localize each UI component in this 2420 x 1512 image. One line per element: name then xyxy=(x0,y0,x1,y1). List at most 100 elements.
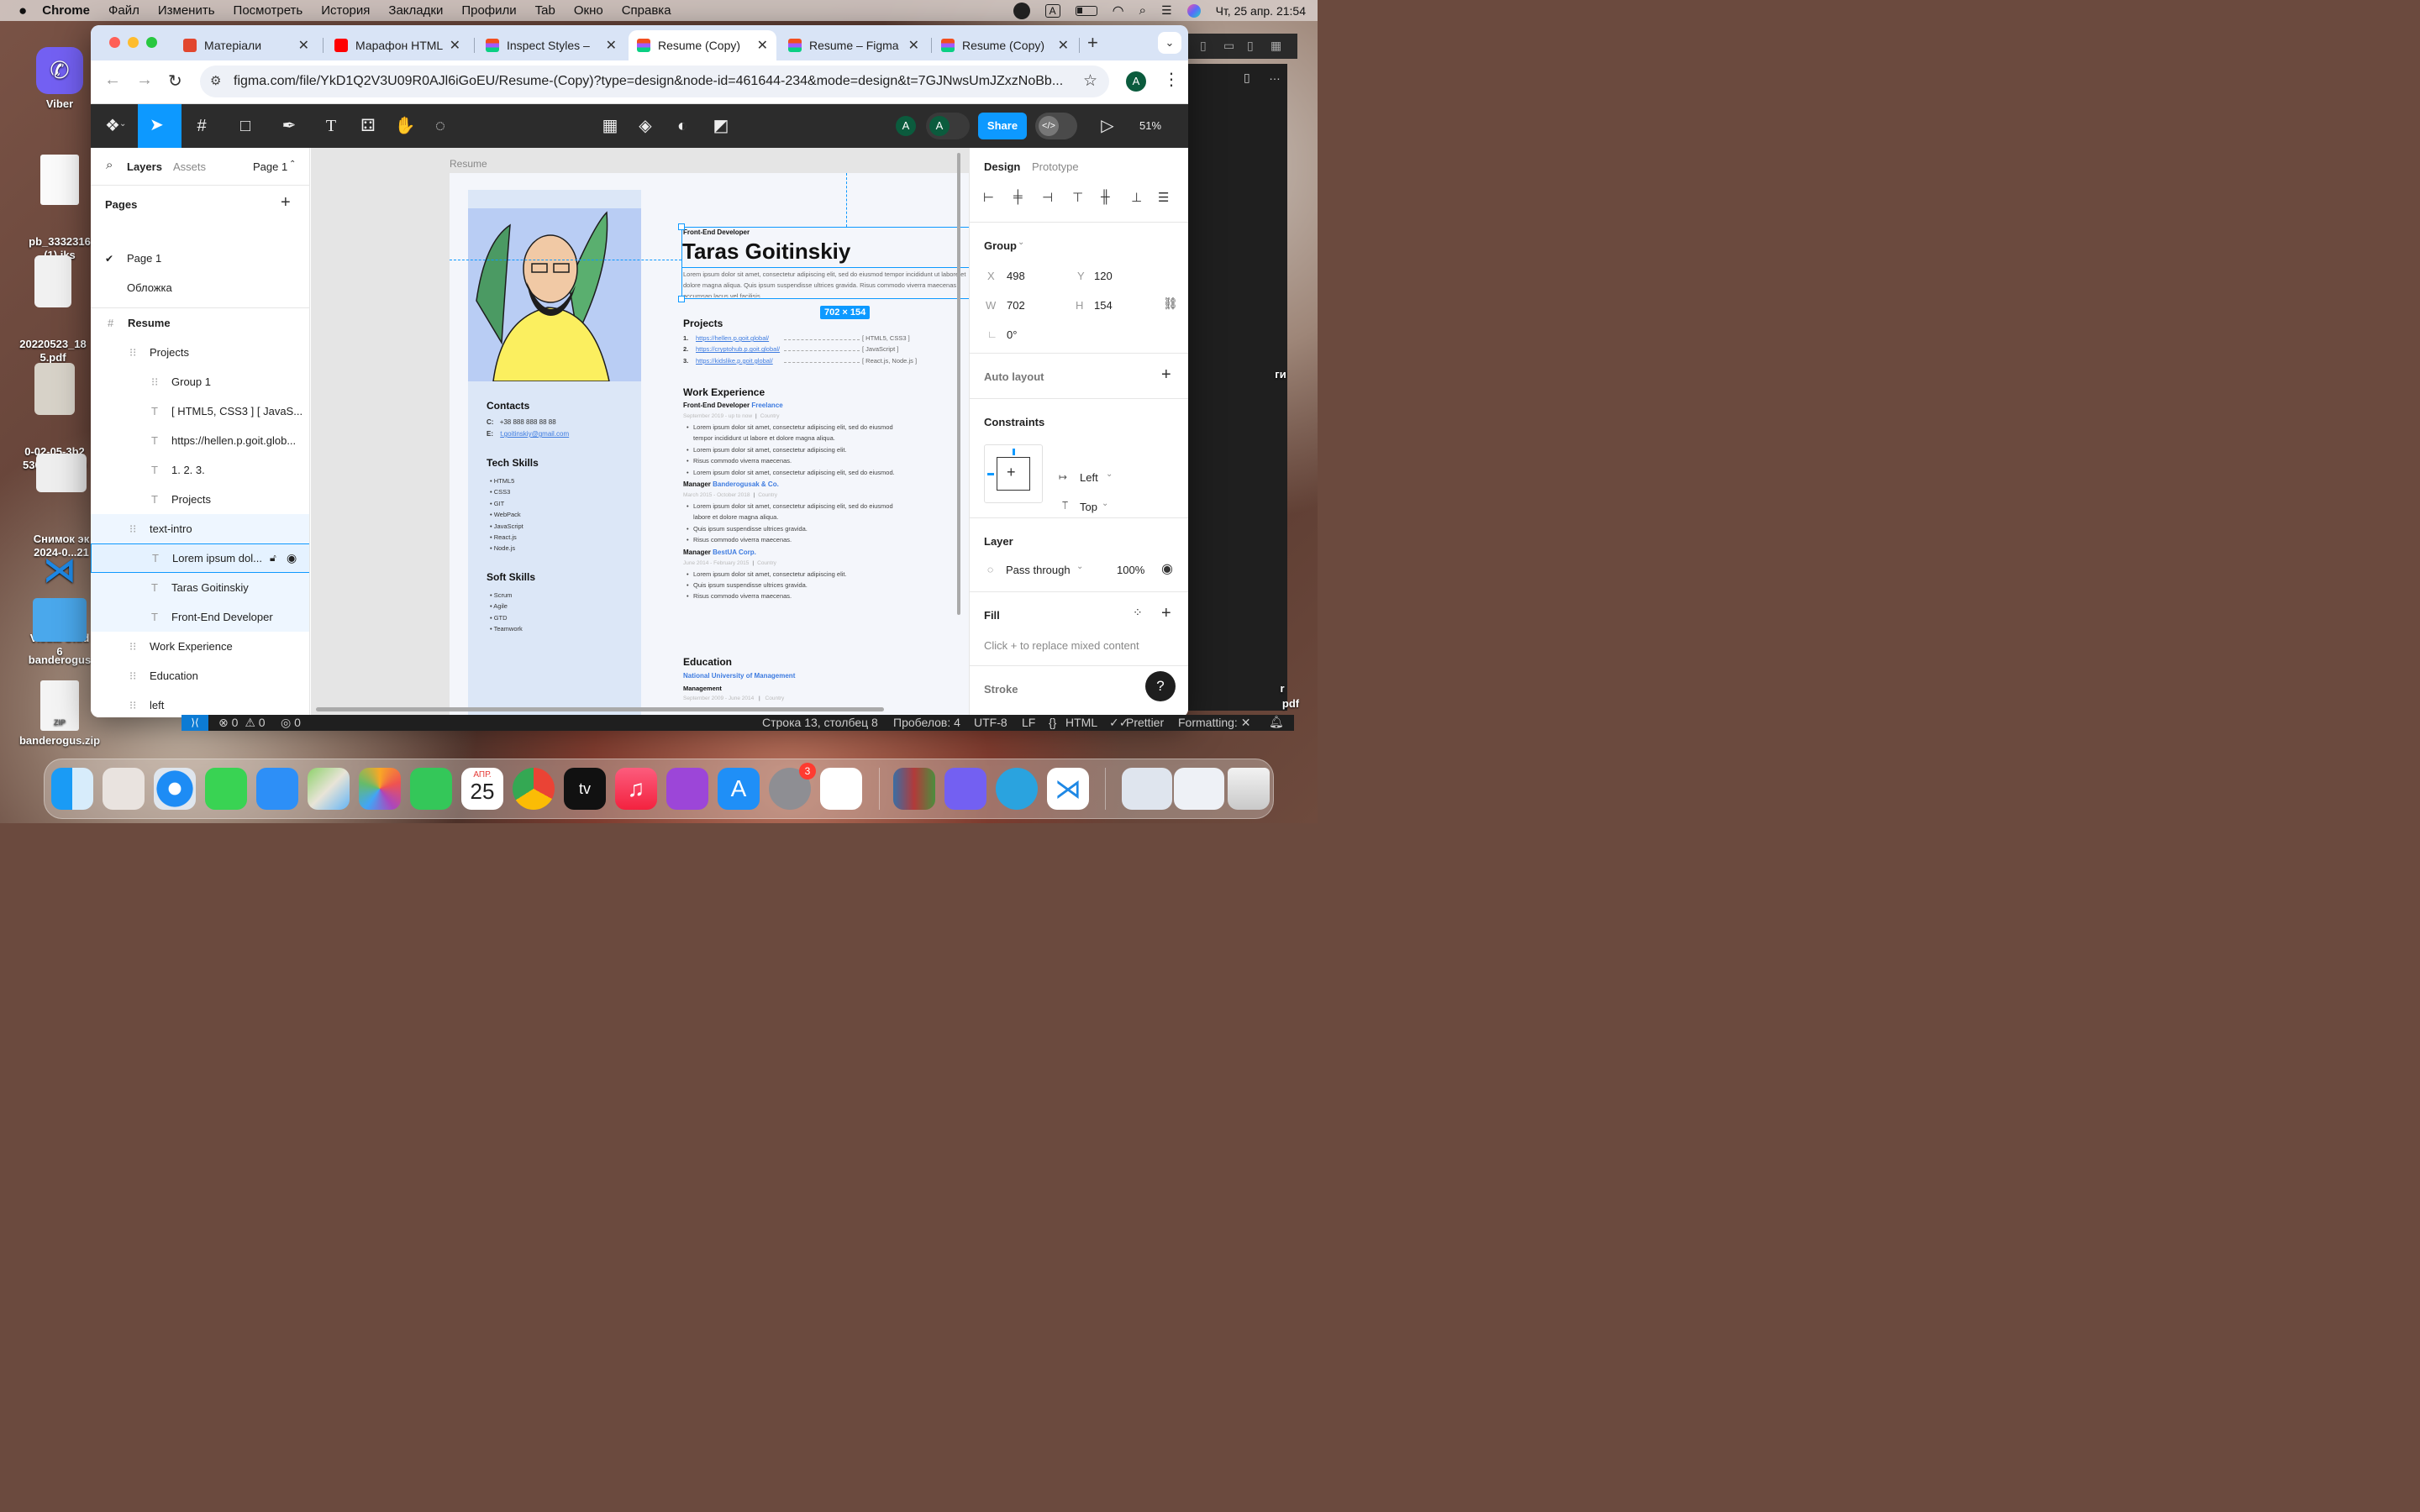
formatting-status[interactable]: Formatting: ✕ xyxy=(1178,716,1250,730)
layer-row[interactable]: ⁝⁝ text-intro xyxy=(91,514,309,543)
vscode-dock-icon[interactable]: ⋊ xyxy=(1047,768,1089,810)
hand-tool-icon[interactable]: ✋ xyxy=(393,114,417,138)
launchpad-icon[interactable] xyxy=(103,768,145,810)
align-right-icon[interactable]: ⊣ xyxy=(1042,190,1053,205)
forward-icon[interactable]: → xyxy=(136,71,153,90)
podcasts-icon[interactable] xyxy=(666,768,708,810)
vertical-constraint-select[interactable]: Top xyxy=(1080,501,1097,513)
component-icon[interactable]: ◈ xyxy=(634,114,657,138)
project-link[interactable]: https://kidslike.p.goit.global/ xyxy=(696,357,773,365)
horizontal-scrollbar[interactable] xyxy=(316,707,884,711)
layer-row[interactable]: ⁝⁝ Work Experience xyxy=(91,632,309,661)
tab-materials[interactable]: Матеріали ✕ xyxy=(175,30,318,60)
figma-canvas[interactable]: Resume Contacts C: +38 888 888 88 88 E: … xyxy=(311,148,969,717)
boolean-icon[interactable]: ◩ xyxy=(709,114,733,138)
layer-row[interactable]: T Taras Goitinskiy xyxy=(91,573,309,602)
tab-assets[interactable]: Assets xyxy=(173,160,206,173)
blend-mode-select[interactable]: Pass through xyxy=(1006,564,1071,576)
layer-row[interactable]: ⁝⁝ left xyxy=(91,690,309,717)
user-avatar[interactable]: A xyxy=(926,113,970,139)
messages-icon[interactable] xyxy=(205,768,247,810)
layer-row[interactable]: T Lorem ipsum dol... 🔓︎ ◉ xyxy=(91,543,309,573)
reload-icon[interactable]: ↻ xyxy=(168,71,182,92)
layout-right-icon[interactable]: ▯ xyxy=(1247,39,1254,53)
page-selector[interactable]: Page 1 xyxy=(253,160,287,173)
battery-icon[interactable] xyxy=(1075,5,1097,16)
menu-file[interactable]: Файл xyxy=(108,3,139,18)
facetime-icon[interactable] xyxy=(410,768,452,810)
contacts-title[interactable]: Contacts xyxy=(487,400,529,412)
move-tool-button[interactable]: ➤ xyxy=(138,104,182,148)
tab-resume-figma[interactable]: Resume – Figma ✕ xyxy=(780,30,928,60)
minimize-window-button[interactable] xyxy=(128,37,139,48)
constrain-proportions-icon[interactable]: ⛓ xyxy=(1163,297,1178,311)
add-auto-layout-icon[interactable]: + xyxy=(1161,365,1171,385)
ports-indicator[interactable]: ◎ 0 xyxy=(281,716,301,730)
width-input[interactable]: 702 xyxy=(1007,299,1025,312)
x-input[interactable]: 498 xyxy=(1007,270,1025,282)
auto-layout-title[interactable]: Auto layout xyxy=(984,370,1044,383)
dev-mode-toggle[interactable]: </> xyxy=(1035,113,1077,139)
align-center-horizontal-icon[interactable]: ╪ xyxy=(1013,190,1023,204)
layer-row[interactable]: # Resume xyxy=(91,308,309,338)
archiver-icon[interactable] xyxy=(893,768,935,810)
frame-name-label[interactable]: Resume xyxy=(450,158,487,170)
work-title[interactable]: Work Experience xyxy=(683,386,765,398)
job-company[interactable]: Freelance xyxy=(751,402,782,409)
input-source-icon[interactable]: A xyxy=(1044,3,1060,18)
close-window-button[interactable] xyxy=(109,37,120,48)
tab-design[interactable]: Design xyxy=(984,160,1020,173)
job-role[interactable]: Manager xyxy=(683,549,711,556)
job-company[interactable]: Banderogusak & Co. xyxy=(713,480,779,488)
add-fill-icon[interactable]: + xyxy=(1161,604,1171,623)
layer-row[interactable]: T [ HTML5, CSS3 ] [ JavaS... xyxy=(91,396,309,426)
text-tool-icon[interactable]: T xyxy=(319,114,343,138)
constraint-top-active[interactable] xyxy=(1013,449,1015,455)
project-link[interactable]: https://cryptohub.p.goit.global/ xyxy=(696,345,780,353)
browser-menu-icon[interactable]: ⋮ xyxy=(1163,69,1180,90)
menu-view[interactable]: Посмотреть xyxy=(234,3,303,18)
menu-window[interactable]: Окно xyxy=(574,3,603,18)
education-school[interactable]: National University of Management xyxy=(683,672,795,680)
freeform-icon[interactable] xyxy=(820,768,862,810)
layer-row[interactable]: ⁝⁝ Group 1 xyxy=(91,367,309,396)
tab-inspect-styles[interactable]: Inspect Styles – ✕ xyxy=(477,30,625,60)
layer-row[interactable]: T Front-End Developer xyxy=(91,602,309,632)
share-button[interactable]: Share xyxy=(978,113,1027,139)
close-tab-icon[interactable]: ✕ xyxy=(757,37,768,54)
close-tab-icon[interactable]: ✕ xyxy=(298,37,309,54)
viber-menubar-icon[interactable] xyxy=(1013,2,1030,19)
job-company[interactable]: BestUA Corp. xyxy=(713,549,756,556)
email-link[interactable]: t.goitinskiy@gmail.com xyxy=(500,430,569,438)
menu-bookmarks[interactable]: Закладки xyxy=(388,3,443,18)
layer-row[interactable]: ⁝⁝ Education xyxy=(91,661,309,690)
help-button[interactable]: ? xyxy=(1145,671,1176,701)
safari-icon[interactable] xyxy=(154,768,196,810)
layout-bottom-icon[interactable]: ▭ xyxy=(1223,39,1234,53)
url-field[interactable]: ⚙ figma.com/file/YkD1Q2V3U09R0AJl6iGoEU/… xyxy=(200,66,1109,97)
layer-row[interactable]: T Projects xyxy=(91,485,309,514)
resize-handle[interactable] xyxy=(678,296,685,302)
tab-prototype[interactable]: Prototype xyxy=(1032,160,1079,173)
job-role[interactable]: Front-End Developer xyxy=(683,402,750,409)
close-tab-icon[interactable]: ✕ xyxy=(450,37,460,54)
problems-indicator[interactable]: ⊗ 0 ⚠ 0 xyxy=(218,716,266,730)
add-page-icon[interactable]: + xyxy=(281,193,291,213)
calendar-icon[interactable]: АПР. 25 xyxy=(461,768,503,810)
system-settings-icon[interactable]: 3 xyxy=(769,763,816,810)
finder-icon[interactable] xyxy=(51,768,93,810)
layer-row[interactable]: Thttps://hellen.p.goit.glob... xyxy=(91,426,309,455)
soft-skills-title[interactable]: Soft Skills xyxy=(487,571,535,583)
constraint-left-active[interactable] xyxy=(987,473,994,475)
apple-icon[interactable]: ● xyxy=(18,3,27,19)
control-center-icon[interactable]: ☰ xyxy=(1161,3,1172,18)
menu-history[interactable]: История xyxy=(321,3,370,18)
tech-skills-title[interactable]: Tech Skills xyxy=(487,457,539,469)
distribute-icon[interactable]: ☰ xyxy=(1158,190,1169,205)
chrome-icon[interactable] xyxy=(513,768,555,810)
split-editor-icon[interactable]: ▯ xyxy=(1244,71,1250,85)
prettier-status[interactable]: Prettier xyxy=(1126,716,1164,729)
bookmark-star-icon[interactable]: ☆ xyxy=(1083,71,1097,91)
telegram-icon[interactable] xyxy=(996,768,1038,810)
zoom-level[interactable]: 51% xyxy=(1139,119,1161,132)
